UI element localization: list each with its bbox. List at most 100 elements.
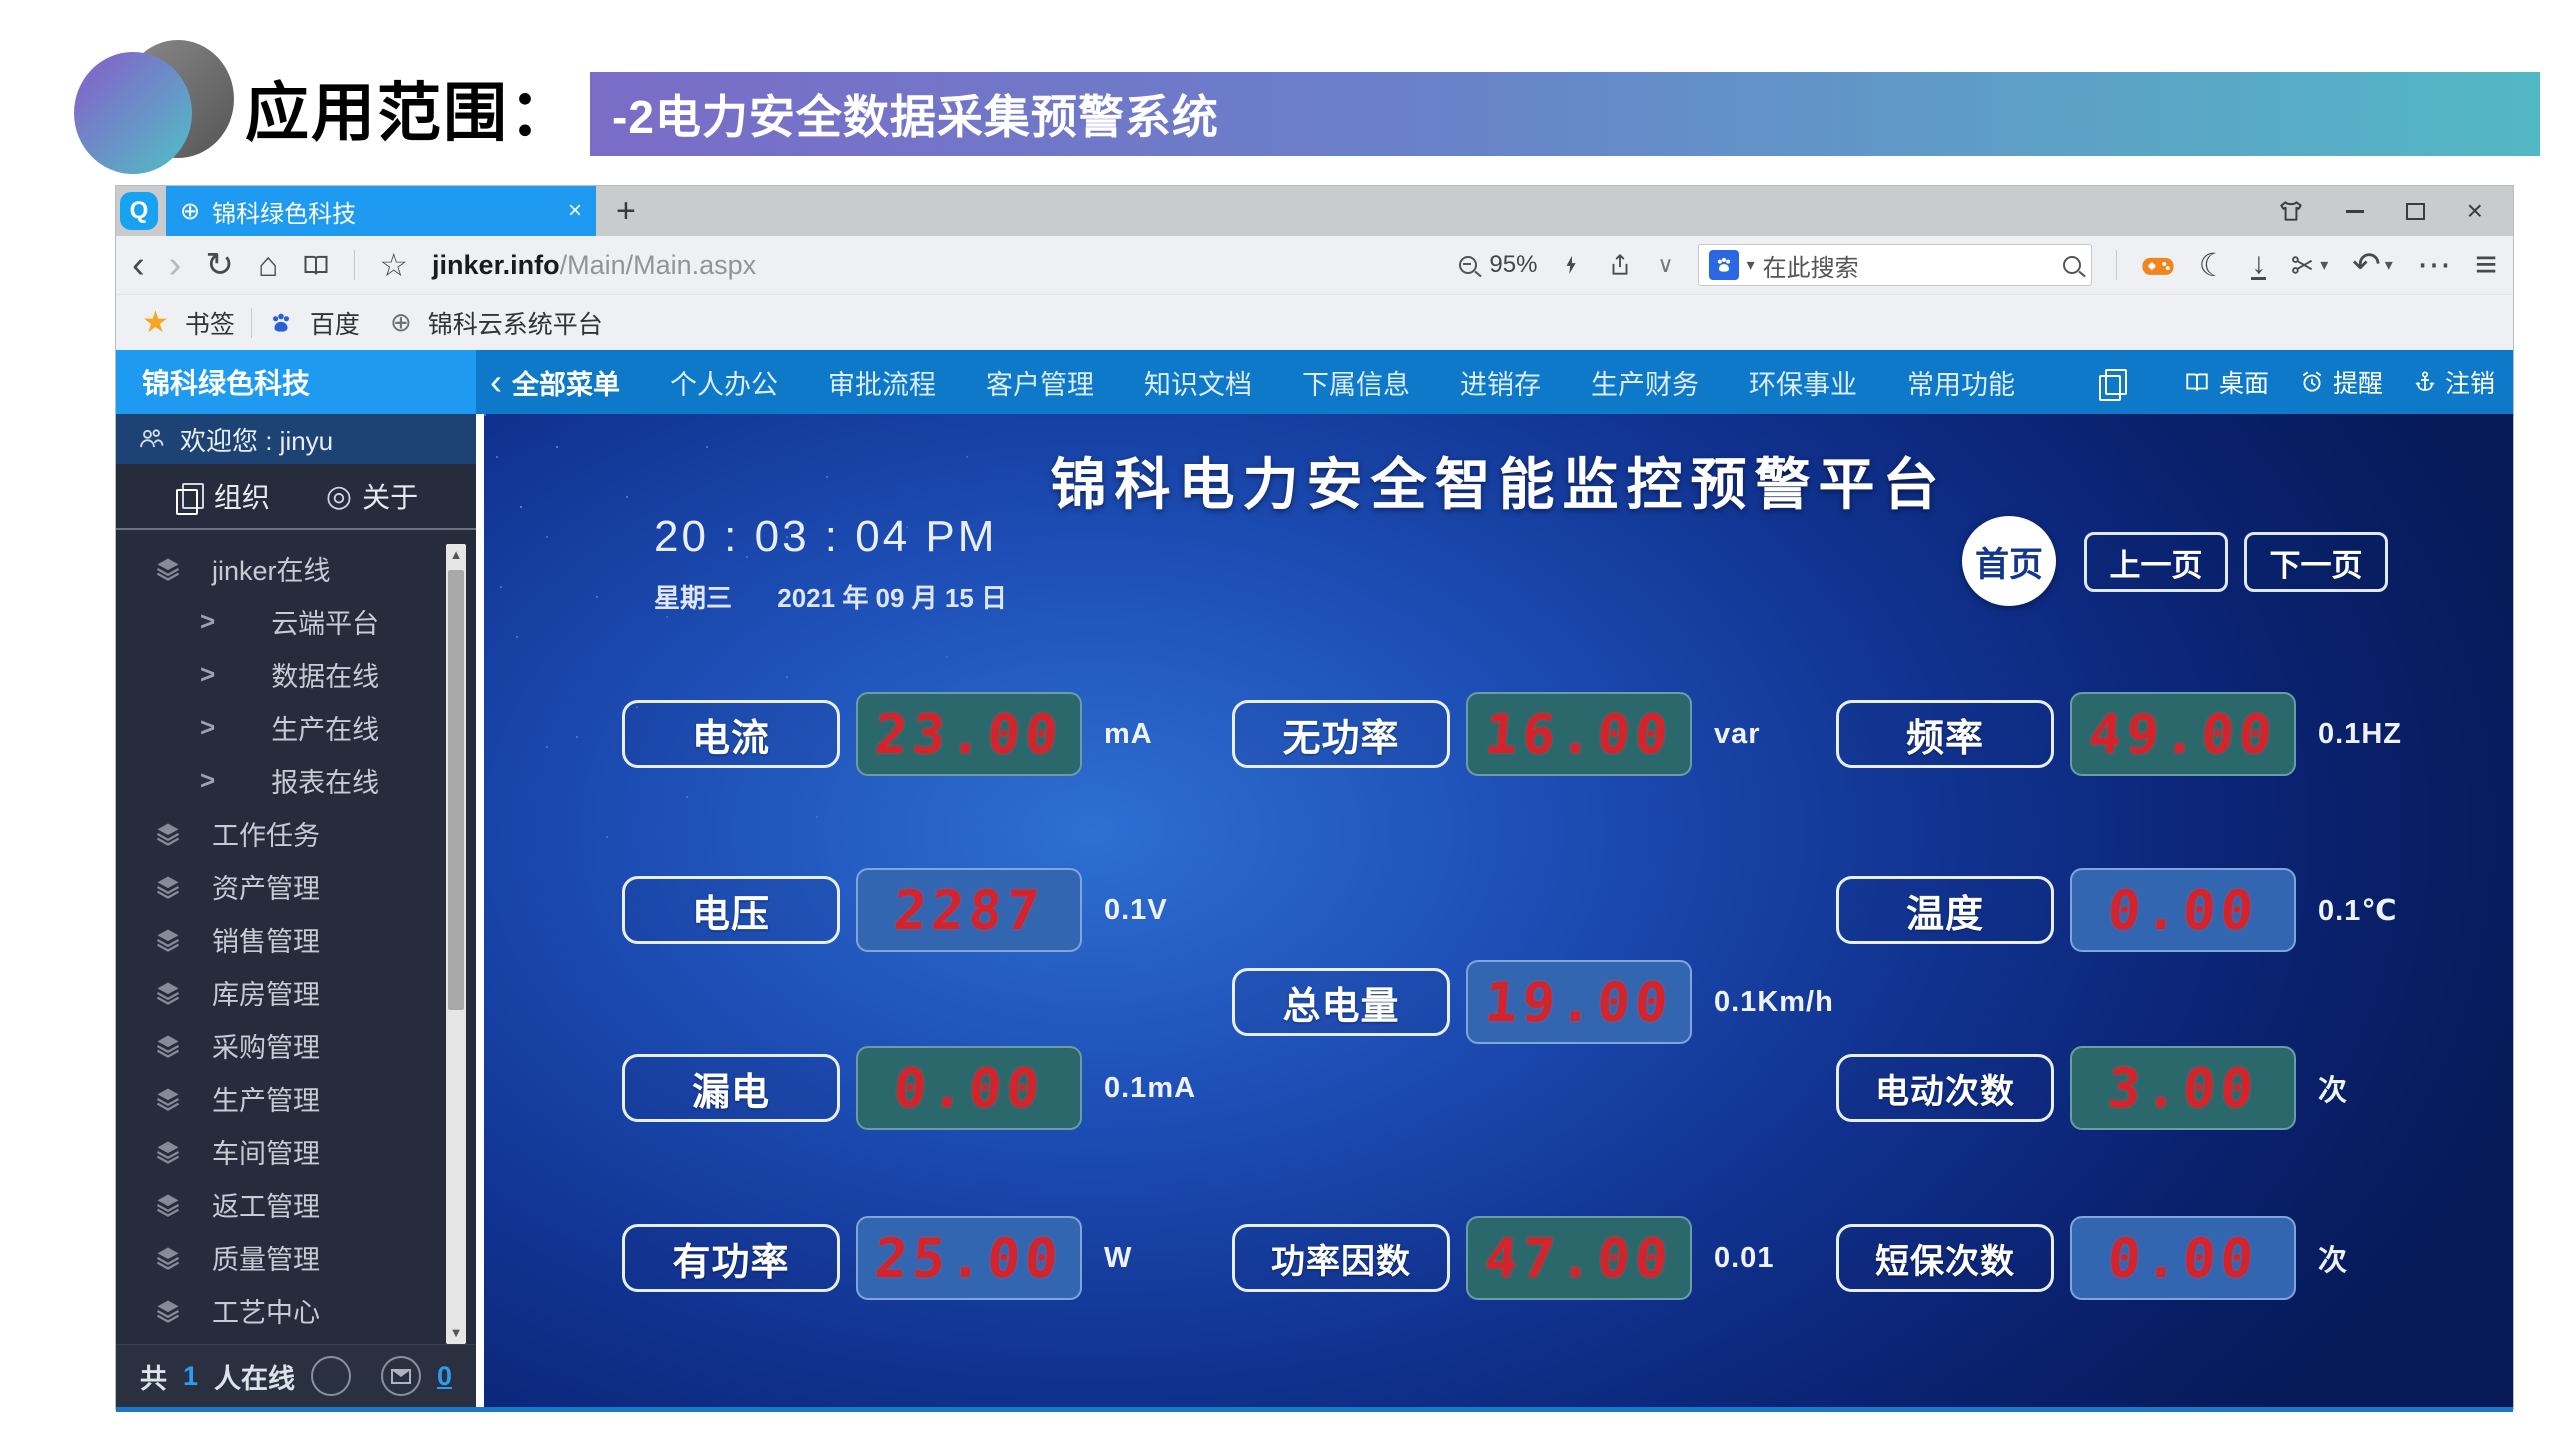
about-button[interactable]: ◎ 关于 xyxy=(326,476,418,516)
refresh-icon[interactable]: ↻ xyxy=(205,248,234,282)
sidebar-item-asset-mgmt[interactable]: 资产管理 xyxy=(116,860,476,913)
slide-banner-text: -2电力安全数据采集预警系统 xyxy=(590,81,1219,147)
address-bar[interactable]: jinker.info/Main/Main.aspx xyxy=(432,250,756,281)
layers-icon xyxy=(154,1085,182,1113)
meter-display: 0.00 xyxy=(2070,868,2296,952)
search-input[interactable]: 在此搜索 xyxy=(1763,248,2055,283)
tab-close-icon[interactable]: × xyxy=(568,197,582,225)
bookmarks-star-icon[interactable]: ★ xyxy=(142,305,169,340)
search-box[interactable]: ▾ 在此搜索 xyxy=(1698,244,2092,286)
app-brand[interactable]: 锦科绿色科技 xyxy=(116,350,476,414)
layers-icon xyxy=(154,979,182,1007)
new-tab-button[interactable]: + xyxy=(616,192,636,231)
bookmark-root-label[interactable]: 书签 xyxy=(185,305,235,341)
forward-icon[interactable]: › xyxy=(169,246,182,284)
sidebar-item-production-mgmt[interactable]: 生产管理 xyxy=(116,1072,476,1125)
flash-speed-icon[interactable] xyxy=(1561,252,1583,278)
scroll-up-icon[interactable]: ▲ xyxy=(446,544,466,566)
minimize-button[interactable] xyxy=(2346,210,2364,213)
next-page-button[interactable]: 下一页 xyxy=(2244,532,2388,592)
meter-label: 有功率 xyxy=(622,1224,840,1292)
meter-value: 25.00 xyxy=(873,1227,1065,1290)
sidebar-item-sales-mgmt[interactable]: 销售管理 xyxy=(116,913,476,966)
sidebar-item-warehouse-mgmt[interactable]: 库房管理 xyxy=(116,966,476,1019)
nav-item-personal-office[interactable]: 个人办公 xyxy=(670,363,778,402)
sidebar-item-data-online[interactable]: >数据在线 xyxy=(116,648,476,701)
zoom-level[interactable]: 95% xyxy=(1489,251,1537,279)
sidebar-item-workshop-mgmt[interactable]: 车间管理 xyxy=(116,1125,476,1178)
nav-item-customer-mgmt[interactable]: 客户管理 xyxy=(986,363,1094,402)
sidebar-item-work-tasks[interactable]: 工作任务 xyxy=(116,807,476,860)
nav-item-approval-flow[interactable]: 审批流程 xyxy=(828,363,936,402)
favorite-star-icon[interactable]: ☆ xyxy=(379,249,408,281)
sidebar-item-report-online[interactable]: >报表在线 xyxy=(116,754,476,807)
nav-remind-button[interactable]: 提醒 xyxy=(2299,364,2383,400)
nav-item-common-functions[interactable]: 常用功能 xyxy=(1907,363,2015,402)
night-mode-moon-icon[interactable]: ☾ xyxy=(2199,249,2228,281)
sidebar-item-jinker-online[interactable]: jinker在线 xyxy=(116,542,476,595)
meter-display: 25.00 xyxy=(856,1216,1082,1300)
message-icon[interactable] xyxy=(381,1356,421,1396)
slide-banner: -2电力安全数据采集预警系统 xyxy=(590,72,2540,156)
meter-value: 0.00 xyxy=(2106,1227,2260,1290)
nav-item-subordinate-info[interactable]: 下属信息 xyxy=(1302,363,1410,402)
nav-pages-icon[interactable] xyxy=(2105,369,2127,395)
nav-item-production-finance[interactable]: 生产财务 xyxy=(1591,363,1699,402)
prev-page-button[interactable]: 上一页 xyxy=(2084,532,2228,592)
bookmark-jinker-cloud[interactable]: 锦科云系统平台 xyxy=(428,305,603,341)
reading-list-icon[interactable] xyxy=(302,251,330,279)
scroll-down-icon[interactable]: ▼ xyxy=(446,1322,466,1344)
meter-unit: mA xyxy=(1104,718,1214,751)
search-icon[interactable] xyxy=(2063,256,2081,274)
clip-tool[interactable]: ▾ xyxy=(2290,252,2328,278)
app-navbar: 锦科绿色科技 ‹ 全部菜单 个人办公 审批流程 客户管理 知识文档 下属信息 进… xyxy=(116,350,2513,414)
zoom-out-icon[interactable] xyxy=(1459,256,1477,274)
active-tab[interactable]: ⊕ 锦科绿色科技 × xyxy=(166,186,596,236)
meter-leakage: 漏电 0.00 0.1mA xyxy=(622,1046,1214,1130)
logo-circle xyxy=(74,52,192,174)
menu-icon[interactable]: ≡ xyxy=(2475,246,2497,284)
sidebar-item-production-online[interactable]: >生产在线 xyxy=(116,701,476,754)
meter-value: 2287 xyxy=(892,879,1046,942)
nav-item-inventory[interactable]: 进销存 xyxy=(1460,363,1541,402)
home-page-button[interactable]: 首页 xyxy=(1962,516,2056,606)
engine-dropdown-icon[interactable]: ▾ xyxy=(1747,255,1755,275)
nav-collapse-icon[interactable]: ‹ xyxy=(490,361,502,403)
browser-logo-icon[interactable]: Q xyxy=(120,192,158,230)
theme-tshirt-icon[interactable] xyxy=(2278,198,2304,224)
sidebar-scrollbar[interactable]: ▲ ▼ xyxy=(446,544,466,1344)
sidebar-item-rework-mgmt[interactable]: 返工管理 xyxy=(116,1178,476,1231)
org-pages-icon xyxy=(182,483,204,509)
nav-logout-button[interactable]: 注销 xyxy=(2413,364,2495,400)
search-engine-paw-icon[interactable] xyxy=(1709,250,1739,280)
restore-button[interactable] xyxy=(2406,203,2425,220)
sidebar-item-purchase-mgmt[interactable]: 采购管理 xyxy=(116,1019,476,1072)
scrollbar-thumb[interactable] xyxy=(448,570,464,1010)
org-button[interactable]: 组织 xyxy=(174,476,270,516)
sidebar-item-quality-mgmt[interactable]: 质量管理 xyxy=(116,1231,476,1284)
games-gamepad-icon[interactable] xyxy=(2141,252,2175,278)
meter-display: 23.00 xyxy=(856,692,1082,776)
more-icon[interactable]: ⋯ xyxy=(2417,248,2451,282)
home-icon[interactable]: ⌂ xyxy=(258,248,279,282)
chevron-down-icon[interactable]: ∨ xyxy=(1657,254,1673,276)
meter-display: 2287 xyxy=(856,868,1082,952)
sidebar-item-process-center[interactable]: 工艺中心 xyxy=(116,1284,476,1337)
layers-icon xyxy=(154,926,182,954)
undo-tool[interactable]: ↶ ▾ xyxy=(2352,248,2393,282)
baidu-paw-icon[interactable] xyxy=(268,310,294,336)
back-icon[interactable]: ‹ xyxy=(132,246,145,284)
nav-item-knowledge-docs[interactable]: 知识文档 xyxy=(1144,363,1252,402)
close-button[interactable]: × xyxy=(2467,197,2483,225)
date-text: 2021 年 09 月 15 日 xyxy=(777,583,1007,613)
download-icon[interactable]: ↓ xyxy=(2251,250,2266,280)
share-icon[interactable] xyxy=(1607,252,1633,278)
nav-desktop-button[interactable]: 桌面 xyxy=(2183,364,2269,400)
sidebar-item-cloud-platform[interactable]: >云端平台 xyxy=(116,595,476,648)
bookmark-baidu[interactable]: 百度 xyxy=(310,305,360,341)
meter-active-power: 有功率 25.00 W xyxy=(622,1216,1214,1300)
clip-dropdown-icon: ▾ xyxy=(2320,255,2328,275)
message-count[interactable]: 0 xyxy=(437,1361,452,1392)
nav-item-environmental[interactable]: 环保事业 xyxy=(1749,363,1857,402)
nav-item-all-menu[interactable]: 全部菜单 xyxy=(512,363,620,402)
